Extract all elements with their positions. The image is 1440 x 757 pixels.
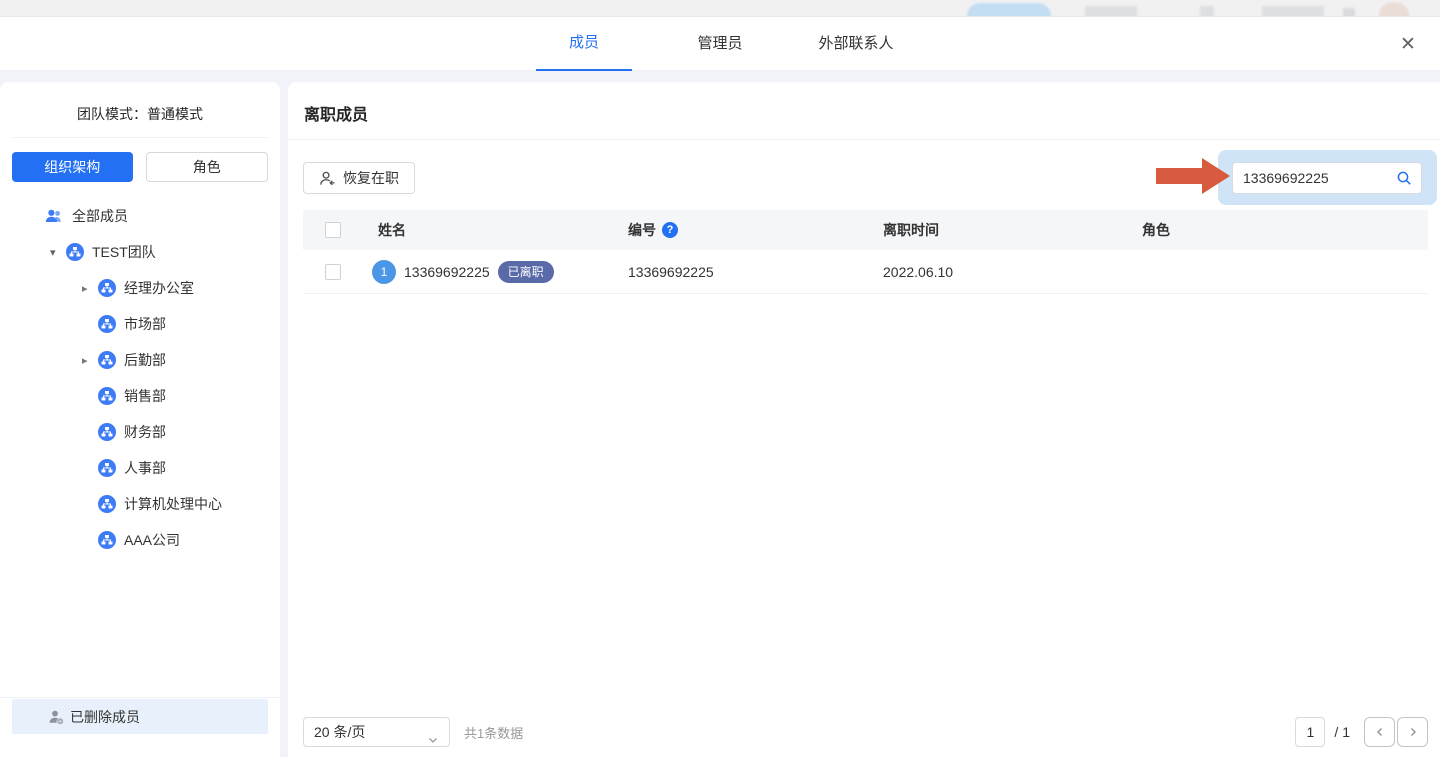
tree-item-label: 全部成员 [72,206,128,226]
page-title: 离职成员 [288,82,1440,140]
main-panel: 离职成员 恢复在职 姓名 编号 ? 离职时间 角色 [288,82,1440,757]
table-row[interactable]: 1 13369692225 已离职 13369692225 2022.06.10 [303,250,1428,294]
background-app-strip [0,0,1440,17]
deleted-members-section: 已删除成员 [0,697,280,757]
restore-button-label: 恢复在职 [343,168,399,188]
department-icon [66,243,84,261]
tree-item-label: 后勤部 [124,350,166,370]
tree-item-label: 经理办公室 [124,278,194,298]
caret-right-icon[interactable]: ▸ [82,282,98,295]
department-icon [98,279,116,297]
tree-item-finance[interactable]: 财务部 [0,414,280,450]
prev-page-button[interactable] [1364,717,1395,747]
background-button-remnant [967,3,1051,17]
row-checkbox[interactable] [325,264,341,280]
background-menu-remnant [1085,6,1137,17]
tree-item-manager-office[interactable]: ▸ 经理办公室 [0,270,280,306]
member-name: 13369692225 [404,264,490,280]
background-avatar-remnant [1379,2,1409,17]
column-header-leave-time: 离职时间 [871,220,1127,240]
tree-item-label: 销售部 [124,386,166,406]
modal-header: 成员 管理员 外部联系人 ✕ [0,17,1440,71]
deleted-person-icon [48,709,64,725]
restore-person-icon [319,170,336,187]
member-number: 13369692225 [616,264,871,280]
tree-item-label: TEST团队 [92,242,156,262]
close-icon[interactable]: ✕ [1390,26,1426,62]
help-icon[interactable]: ? [662,222,678,238]
tab-external-contacts[interactable]: 外部联系人 [808,17,904,71]
toolbar: 恢复在职 [288,140,1440,210]
select-all-checkbox[interactable] [325,222,341,238]
table-header-row: 姓名 编号 ? 离职时间 角色 [303,210,1428,250]
resigned-members-table: 姓名 编号 ? 离职时间 角色 1 13369692225 已离职 133696… [303,210,1428,294]
department-icon [98,459,116,477]
tree-item-computer-center[interactable]: 计算机处理中心 [0,486,280,522]
org-structure-button[interactable]: 组织架构 [12,152,133,182]
annotation-arrow-icon [1156,158,1230,194]
pagination: / 1 [1295,717,1428,747]
tree-item-label: 财务部 [124,422,166,442]
team-mode-label: 团队模式：普通模式 [0,82,280,124]
caret-right-icon[interactable]: ▸ [82,354,98,367]
sidebar-item-label: 已删除成员 [70,707,140,727]
sidebar-item-deleted-members[interactable]: 已删除成员 [12,699,268,734]
background-icon-remnant [1200,6,1214,17]
search-input[interactable] [1232,162,1422,194]
tree-item-label: 人事部 [124,458,166,478]
tree-item-label: 计算机处理中心 [124,494,222,514]
tree-item-label: 市场部 [124,314,166,334]
chevron-down-icon [427,727,439,755]
page-number-input[interactable] [1295,717,1325,747]
restore-employment-button[interactable]: 恢复在职 [303,162,415,194]
page-size-value: 20 条/页 [314,724,365,740]
role-button[interactable]: 角色 [146,152,269,182]
caret-down-icon[interactable]: ▾ [50,246,66,259]
tab-bar: 成员 管理员 外部联系人 [536,17,904,71]
avatar: 1 [372,260,396,284]
total-count-label: 共1条数据 [464,723,523,742]
department-icon [98,495,116,513]
background-icon-remnant [1343,8,1355,17]
org-tree: 全部成员 ▾ TEST团队 ▸ 经理办公室 市场部 ▸ [0,198,280,558]
tab-admins[interactable]: 管理员 [672,17,768,71]
tree-item-aaa-company[interactable]: AAA公司 [0,522,280,558]
page-size-select[interactable]: 20 条/页 [303,717,450,747]
tree-item-logistics[interactable]: ▸ 后勤部 [0,342,280,378]
background-menu-remnant [1262,6,1324,17]
next-page-button[interactable] [1397,717,1428,747]
department-icon [98,531,116,549]
column-header-name: 姓名 [363,220,616,240]
table-footer: 20 条/页 共1条数据 / 1 [303,717,1428,747]
people-icon [44,206,64,226]
tree-item-hr[interactable]: 人事部 [0,450,280,486]
tree-item-label: AAA公司 [124,530,180,550]
page-total-label: / 1 [1334,724,1350,740]
column-header-number: 编号 [628,220,656,240]
leave-time: 2022.06.10 [871,264,1127,280]
status-badge: 已离职 [498,261,554,283]
tree-item-sales[interactable]: 销售部 [0,378,280,414]
column-header-role: 角色 [1127,220,1428,240]
search-icon[interactable] [1396,170,1412,186]
department-icon [98,351,116,369]
department-icon [98,315,116,333]
tree-item-test-team[interactable]: ▾ TEST团队 [0,234,280,270]
department-icon [98,387,116,405]
department-icon [98,423,116,441]
tab-members[interactable]: 成员 [536,17,632,71]
tree-item-marketing[interactable]: 市场部 [0,306,280,342]
sidebar: 团队模式：普通模式 组织架构 角色 全部成员 ▾ TEST团队 ▸ 经理办公室 [0,82,280,757]
tree-item-all-members[interactable]: 全部成员 [0,198,280,234]
